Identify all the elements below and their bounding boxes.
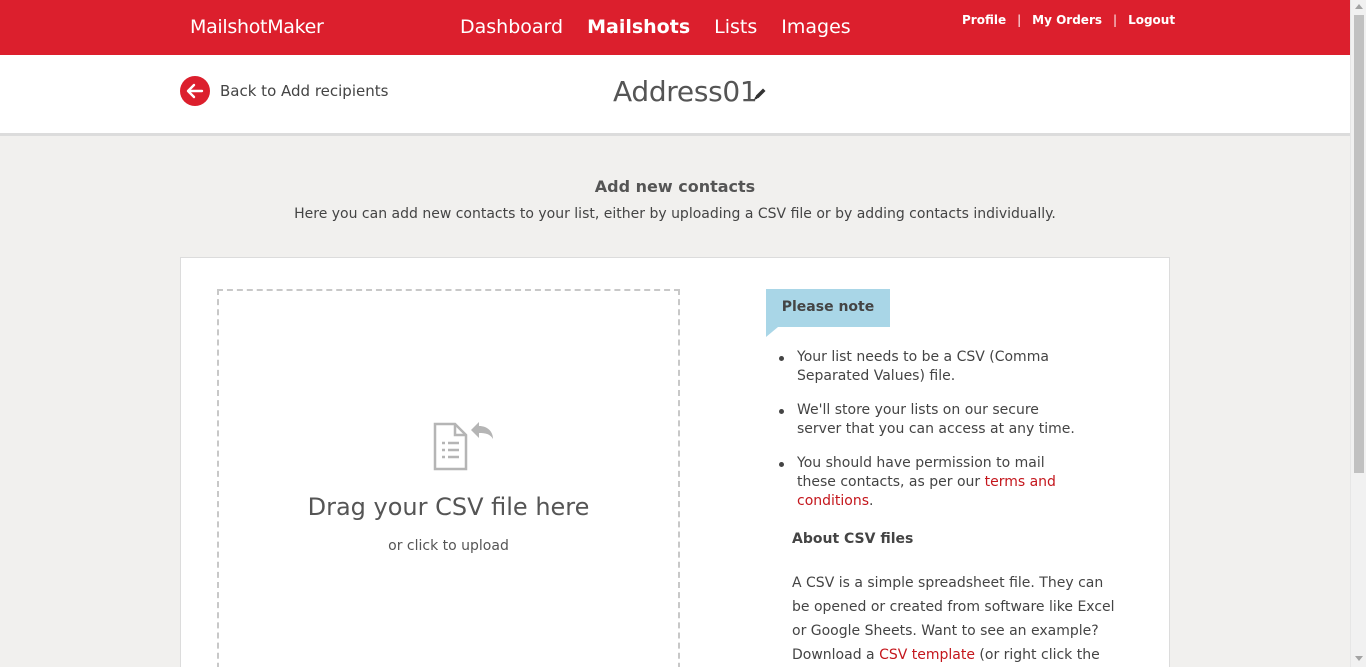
nav-separator: |	[1017, 13, 1022, 27]
back-link[interactable]: Back to Add recipients	[180, 76, 388, 106]
section-heading: Add new contacts	[594, 177, 756, 196]
brand-logo[interactable]: MailshotMaker	[190, 16, 324, 38]
dropzone-title: Drag your CSV file here	[307, 493, 590, 521]
badge-tail	[766, 327, 778, 337]
nav-logout[interactable]: Logout	[1128, 13, 1175, 27]
nav-mailshots[interactable]: Mailshots	[587, 16, 690, 38]
note-text-end: .	[869, 493, 874, 509]
dropzone-subtitle[interactable]: or click to upload	[219, 538, 678, 554]
list-item: We'll store your lists on our secure ser…	[779, 401, 1079, 439]
user-nav: Profile | My Orders | Logout	[962, 13, 1175, 27]
csv-dropzone[interactable]: Drag your CSV file here or click to uplo…	[217, 289, 680, 667]
list-item: You should have permission to mail these…	[779, 454, 1079, 511]
about-csv-text: A CSV is a simple spreadsheet file. They…	[792, 571, 1122, 667]
back-link-label[interactable]: Back to Add recipients	[220, 82, 388, 100]
notes-list: Your list needs to be a CSV (Comma Separ…	[779, 348, 1079, 526]
list-title: Address01	[613, 75, 758, 108]
main-nav: Dashboard Mailshots Lists Images	[460, 16, 875, 38]
about-csv-heading: About CSV files	[792, 531, 914, 547]
scroll-down-arrow-icon[interactable]	[1355, 656, 1363, 661]
nav-dashboard[interactable]: Dashboard	[460, 16, 563, 38]
nav-lists[interactable]: Lists	[714, 16, 757, 38]
nav-images[interactable]: Images	[781, 16, 850, 38]
scrollbar-thumb[interactable]	[1354, 15, 1364, 473]
pencil-icon[interactable]	[752, 86, 768, 102]
section-description: Here you can add new contacts to your li…	[294, 206, 1056, 222]
add-contacts-card: Drag your CSV file here or click to uplo…	[180, 257, 1170, 667]
page-scrollbar[interactable]	[1350, 0, 1366, 667]
nav-separator: |	[1113, 13, 1118, 27]
please-note-badge: Please note	[766, 289, 890, 327]
list-item: Your list needs to be a CSV (Comma Separ…	[779, 348, 1079, 386]
top-navigation-bar: MailshotMaker Dashboard Mailshots Lists …	[0, 0, 1350, 55]
scroll-up-arrow-icon[interactable]	[1355, 4, 1363, 9]
nav-my-orders[interactable]: My Orders	[1032, 13, 1102, 27]
csv-file-upload-icon	[431, 421, 499, 479]
nav-profile[interactable]: Profile	[962, 13, 1006, 27]
csv-template-link[interactable]: CSV template	[879, 647, 975, 663]
list-header: Back to Add recipients Address01	[0, 55, 1350, 136]
back-arrow-icon[interactable]	[180, 76, 210, 106]
